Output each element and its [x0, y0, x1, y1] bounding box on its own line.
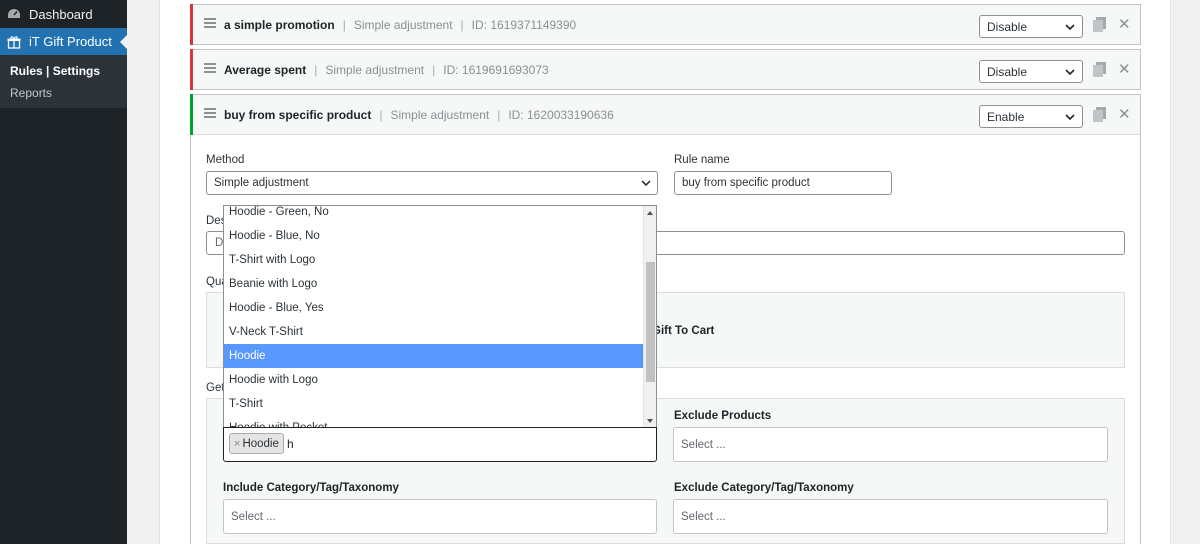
drag-handle-icon[interactable]	[204, 63, 216, 73]
rule-status-select[interactable]: Disable	[979, 15, 1083, 38]
submenu-reports[interactable]: Reports	[10, 86, 52, 100]
rule-status-select[interactable]: Enable	[979, 105, 1083, 128]
method-value: Simple adjustment	[214, 177, 309, 189]
method-label: Method	[206, 154, 245, 166]
product-options-list: Hoodie - Green, No Hoodie - Blue, No T-Shi…	[224, 206, 644, 427]
exclude-category-select[interactable]: Select ...	[673, 499, 1108, 534]
menu-dashboard[interactable]: Dashboard	[0, 1, 127, 27]
rule-name: Average spent	[224, 62, 307, 77]
rule-status-bar	[190, 94, 193, 135]
drag-handle-icon[interactable]	[204, 108, 216, 118]
product-option[interactable]: V-Neck T-Shirt	[224, 320, 644, 344]
close-icon[interactable]: ✕	[1118, 61, 1131, 78]
dashboard-icon	[7, 7, 21, 21]
product-option[interactable]: Hoodie - Blue, No	[224, 224, 644, 248]
include-products-select[interactable]: × Hoodie h	[223, 427, 657, 462]
chevron-down-icon	[1065, 24, 1075, 31]
chip-label: Hoodie	[242, 437, 279, 450]
rule-id: ID: 1619691693073	[443, 62, 549, 77]
menu-dashboard-label: Dashboard	[29, 6, 93, 22]
exclude-products-select[interactable]: Select ...	[673, 427, 1108, 462]
drag-handle-icon[interactable]	[204, 18, 216, 28]
rule-method: Simple adjustment	[390, 107, 490, 122]
rule-title: a simple promotion | Simple adjustment | ID:…	[224, 17, 577, 32]
rule-status-bar	[190, 4, 193, 45]
remove-chip-icon[interactable]: ×	[234, 438, 240, 450]
product-dropdown[interactable]: Hoodie - Green, No Hoodie - Blue, No T-Shi…	[223, 205, 657, 427]
admin-sidebar: Dashboard iT Gift Product Rules | Settin…	[0, 0, 127, 544]
gift-to-cart-label: Gift To Cart	[652, 325, 715, 337]
search-typed-text[interactable]: h	[287, 437, 294, 451]
menu-it-gift-product[interactable]: iT Gift Product	[0, 28, 127, 55]
rule-status-value: Disable	[987, 19, 1028, 34]
rule-name-input[interactable]: buy from specific product	[674, 171, 892, 195]
scroll-down-icon[interactable]	[647, 419, 653, 423]
menu-it-gift-product-label: iT Gift Product	[29, 34, 112, 49]
rule-status-value: Enable	[987, 109, 1025, 124]
rule-name: a simple promotion	[224, 17, 335, 32]
exclude-category-label: Exclude Category/Tag/Taxonomy	[674, 482, 854, 494]
product-option[interactable]: T-Shirt	[224, 392, 644, 416]
rule-name: buy from specific product	[224, 107, 372, 122]
close-icon[interactable]: ✕	[1118, 16, 1131, 33]
chevron-down-icon	[1065, 114, 1075, 121]
rule-status-value: Disable	[987, 64, 1028, 79]
rule-method: Simple adjustment	[325, 62, 425, 77]
rule-title: Average spent | Simple adjustment | ID: 1619…	[224, 62, 549, 77]
rule-status-select[interactable]: Disable	[979, 60, 1083, 83]
rule-status-bar	[190, 49, 193, 90]
product-option[interactable]: Hoodie - Blue, Yes	[224, 296, 644, 320]
rule-method: Simple adjustment	[353, 17, 453, 32]
copy-icon[interactable]	[1093, 17, 1106, 32]
close-icon[interactable]: ✕	[1118, 106, 1131, 123]
exclude-products-label: Exclude Products	[674, 410, 772, 422]
rule-id: ID: 1620033190636	[508, 107, 614, 122]
product-option[interactable]: Hoodie	[224, 344, 644, 368]
scrollbar-thumb[interactable]	[646, 262, 655, 382]
product-option[interactable]: Hoodie with Pocket	[224, 416, 644, 427]
rule-name-label: Rule name	[674, 154, 730, 166]
copy-icon[interactable]	[1093, 107, 1106, 122]
chevron-down-icon	[641, 180, 651, 187]
product-option[interactable]: Beanie with Logo	[224, 272, 644, 296]
rule-header[interactable]: buy from specific product | Simple adjustm…	[190, 94, 1141, 135]
rule-header[interactable]: a simple promotion | Simple adjustment | ID:…	[190, 4, 1141, 45]
rule-header[interactable]: Average spent | Simple adjustment | ID: 1619…	[190, 49, 1141, 90]
product-option[interactable]: Hoodie with Logo	[224, 368, 644, 392]
method-select[interactable]: Simple adjustment	[206, 171, 658, 195]
copy-icon[interactable]	[1093, 62, 1106, 77]
product-option[interactable]: Hoodie - Green, No	[224, 206, 644, 224]
rule-id: ID: 1619371149390	[471, 17, 577, 32]
selected-product-chip: × Hoodie	[229, 433, 284, 454]
gift-icon	[7, 35, 21, 49]
get-label: Get	[206, 382, 225, 394]
include-category-label: Include Category/Tag/Taxonomy	[223, 482, 399, 494]
submenu: Rules | Settings Reports	[0, 55, 127, 108]
product-option[interactable]: T-Shirt with Logo	[224, 248, 644, 272]
rule-title: buy from specific product | Simple adjustm…	[224, 107, 614, 122]
include-category-select[interactable]: Select ...	[223, 499, 657, 534]
dropdown-scrollbar[interactable]	[643, 206, 656, 427]
chevron-down-icon	[1065, 69, 1075, 76]
scroll-up-icon[interactable]	[647, 211, 653, 215]
submenu-rules-settings[interactable]: Rules | Settings	[10, 64, 100, 78]
